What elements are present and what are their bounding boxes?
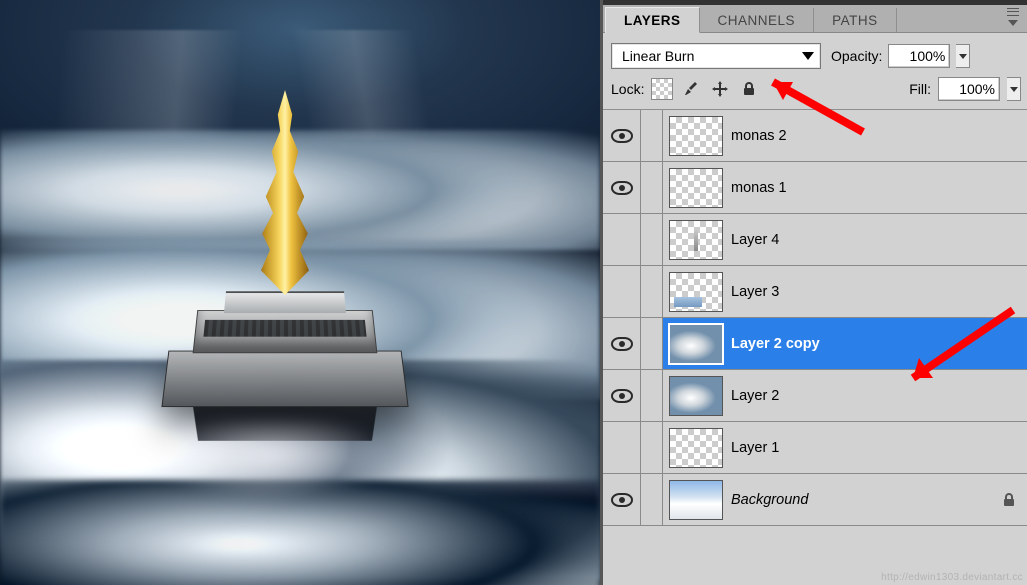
opacity-label: Opacity: [831, 48, 882, 64]
layer-row[interactable]: Layer 1 [603, 422, 1027, 474]
eye-icon [611, 233, 633, 247]
layer-row[interactable]: Layer 2 copy [603, 318, 1027, 370]
layer-thumbnail[interactable] [669, 428, 723, 468]
layer-thumbnail[interactable] [669, 272, 723, 312]
fill-stepper[interactable] [1007, 77, 1021, 101]
layer-row[interactable]: Layer 2 [603, 370, 1027, 422]
layer-row[interactable]: monas 2 [603, 110, 1027, 162]
eye-icon [611, 129, 633, 143]
lock-row: Lock: Fill: 100% [603, 73, 1027, 110]
monas-tower-art [155, 90, 415, 490]
layers-panel: LAYERS CHANNELS PATHS Linear Burn Opacit… [600, 0, 1027, 585]
lock-position-icon[interactable] [709, 78, 731, 100]
layer-thumbnail[interactable] [669, 480, 723, 520]
lock-label: Lock: [611, 81, 644, 97]
eye-icon [611, 285, 633, 299]
link-col[interactable] [641, 162, 663, 213]
layer-name[interactable]: Layer 2 copy [731, 336, 820, 352]
layer-name[interactable]: Layer 1 [731, 440, 779, 456]
visibility-toggle[interactable] [603, 214, 641, 265]
layer-row[interactable]: Layer 4 [603, 214, 1027, 266]
lock-transparency-icon[interactable] [651, 78, 673, 100]
eye-icon [611, 181, 633, 195]
visibility-toggle[interactable] [603, 162, 641, 213]
eye-icon [611, 493, 633, 507]
layer-thumbnail[interactable] [669, 220, 723, 260]
opacity-stepper[interactable] [956, 44, 970, 68]
tab-channels[interactable]: CHANNELS [700, 8, 815, 32]
watermark: http://edwin1303.deviantart.cc [881, 572, 1023, 583]
blend-mode-row: Linear Burn Opacity: 100% [603, 33, 1027, 73]
blend-mode-value: Linear Burn [622, 48, 694, 64]
lock-pixels-icon[interactable] [680, 78, 702, 100]
document-canvas[interactable] [0, 0, 600, 585]
tab-paths[interactable]: PATHS [814, 8, 897, 32]
lock-icon [1001, 492, 1017, 508]
link-col[interactable] [641, 318, 663, 369]
eye-icon [611, 389, 633, 403]
layer-thumbnail[interactable] [669, 376, 723, 416]
link-col[interactable] [641, 370, 663, 421]
fill-label: Fill: [909, 81, 931, 97]
visibility-toggle[interactable] [603, 474, 641, 525]
layer-name[interactable]: monas 1 [731, 180, 787, 196]
link-col[interactable] [641, 422, 663, 473]
blend-mode-select[interactable]: Linear Burn [611, 43, 821, 69]
layer-thumbnail[interactable] [669, 116, 723, 156]
visibility-toggle[interactable] [603, 318, 641, 369]
layer-name[interactable]: Layer 4 [731, 232, 779, 248]
layer-thumbnail[interactable] [669, 168, 723, 208]
panel-tabs: LAYERS CHANNELS PATHS [603, 5, 1027, 33]
layer-row[interactable]: monas 1 [603, 162, 1027, 214]
layer-thumbnail[interactable] [669, 324, 723, 364]
eye-icon [611, 337, 633, 351]
opacity-input[interactable]: 100% [888, 44, 950, 68]
visibility-toggle[interactable] [603, 110, 641, 161]
visibility-toggle[interactable] [603, 266, 641, 317]
layer-name[interactable]: Layer 3 [731, 284, 779, 300]
layer-name[interactable]: Background [731, 492, 808, 508]
tab-layers[interactable]: LAYERS [605, 7, 700, 33]
layer-name[interactable]: Layer 2 [731, 388, 779, 404]
eye-icon [611, 441, 633, 455]
layer-row[interactable]: Background [603, 474, 1027, 526]
layer-row[interactable]: Layer 3 [603, 266, 1027, 318]
link-col[interactable] [641, 110, 663, 161]
panel-menu-icon[interactable] [1003, 8, 1023, 26]
visibility-toggle[interactable] [603, 422, 641, 473]
link-col[interactable] [641, 474, 663, 525]
lock-all-icon[interactable] [738, 78, 760, 100]
chevron-down-icon [802, 52, 814, 60]
visibility-toggle[interactable] [603, 370, 641, 421]
layer-name[interactable]: monas 2 [731, 128, 787, 144]
layer-list: monas 2 monas 1 Layer 4 Layer 3 Layer 2 … [603, 110, 1027, 526]
link-col[interactable] [641, 214, 663, 265]
link-col[interactable] [641, 266, 663, 317]
fill-input[interactable]: 100% [938, 77, 1000, 101]
